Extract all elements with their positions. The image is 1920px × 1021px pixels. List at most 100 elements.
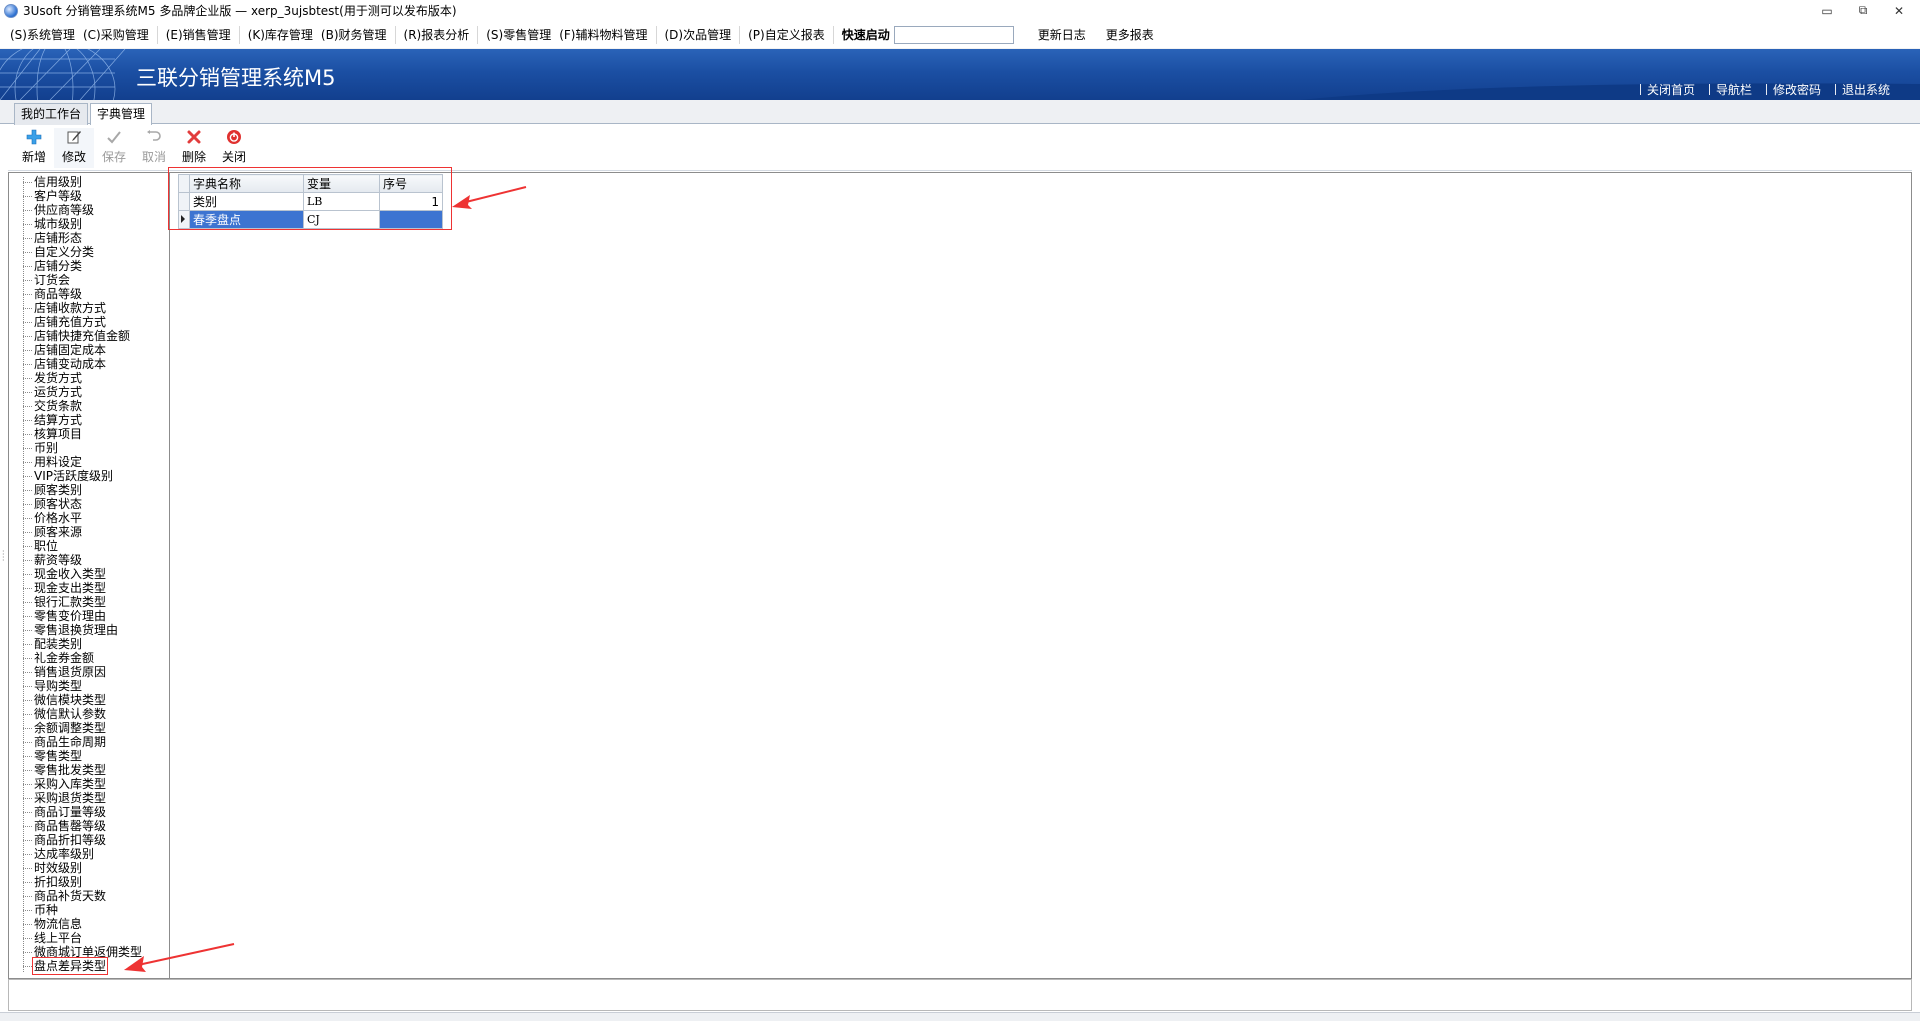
tree-item[interactable]: 零售变价理由 [9, 609, 169, 623]
tree-item-label: 供应商等级 [34, 203, 95, 217]
tree-item[interactable]: 零售退换货理由 [9, 623, 169, 637]
tree-item[interactable]: 余额调整类型 [9, 721, 169, 735]
menu-finance[interactable]: (B)财务管理 [317, 25, 391, 45]
menu-system[interactable]: (S)系统管理 [6, 25, 79, 45]
tree-item[interactable]: 商品生命周期 [9, 735, 169, 749]
cell-name[interactable]: 类别 [189, 192, 304, 211]
menu-divider [156, 25, 158, 44]
menu-defects[interactable]: (D)次品管理 [661, 25, 736, 45]
tree-item[interactable]: 微信默认参数 [9, 707, 169, 721]
row-pointer-icon[interactable] [178, 210, 190, 229]
change-password-link[interactable]: 修改密码 [1766, 81, 1835, 98]
tree-item[interactable]: 配装类别 [9, 637, 169, 651]
menu-more-reports[interactable]: 更多报表 [1096, 26, 1164, 43]
tree-item[interactable]: 供应商等级 [9, 203, 169, 217]
cancel-button[interactable]: 取消 [134, 128, 174, 168]
tree-item[interactable]: 物流信息 [9, 917, 169, 931]
tree-item[interactable]: 店铺固定成本 [9, 343, 169, 357]
tree-item[interactable]: 商品补货天数 [9, 889, 169, 903]
tree-item[interactable]: VIP活跃度级别 [9, 469, 169, 483]
cell-name[interactable]: 春季盘点 [189, 210, 304, 229]
cell-variable[interactable]: CJ [303, 210, 380, 229]
tree-item[interactable]: 店铺收款方式 [9, 301, 169, 315]
tree-item[interactable]: 商品售罄等级 [9, 819, 169, 833]
menu-purchase[interactable]: (C)采购管理 [79, 25, 153, 45]
delete-button[interactable]: 删除 [174, 128, 214, 168]
tree-item[interactable]: 订货会 [9, 273, 169, 287]
tree-item[interactable]: 现金收入类型 [9, 567, 169, 581]
tree-item[interactable]: 店铺充值方式 [9, 315, 169, 329]
tree-item[interactable]: 职位 [9, 539, 169, 553]
tree-item[interactable]: 礼金券金额 [9, 651, 169, 665]
tree-item[interactable]: 零售批发类型 [9, 763, 169, 777]
tree-item[interactable]: 达成率级别 [9, 847, 169, 861]
tab-workbench[interactable]: 我的工作台 [14, 103, 89, 125]
table-row[interactable]: 类别 LB 1 [178, 192, 443, 211]
tree-item[interactable]: 银行汇款类型 [9, 595, 169, 609]
menu-materials[interactable]: (F)辅料物料管理 [555, 25, 651, 45]
tree-item[interactable]: 折扣级别 [9, 875, 169, 889]
close-home-link[interactable]: 关闭首页 [1640, 81, 1709, 98]
menu-reports[interactable]: (R)报表分析 [400, 25, 474, 45]
tree-item[interactable]: 价格水平 [9, 511, 169, 525]
edit-button[interactable]: 修改 [54, 128, 94, 168]
tree-item[interactable]: 商品订量等级 [9, 805, 169, 819]
tree-item[interactable]: 客户等级 [9, 189, 169, 203]
menu-inventory[interactable]: (K)库存管理 [244, 25, 317, 45]
tree-item[interactable]: 店铺形态 [9, 231, 169, 245]
restore-icon[interactable]: ⧉ [1856, 3, 1870, 18]
tree-item[interactable]: 信用级别 [9, 175, 169, 189]
menu-sales[interactable]: (E)销售管理 [162, 25, 235, 45]
tree-item[interactable]: 店铺分类 [9, 259, 169, 273]
cell-order[interactable]: 1 [379, 192, 443, 211]
tree-item[interactable]: 薪资等级 [9, 553, 169, 567]
tree-item[interactable]: 店铺快捷充值金额 [9, 329, 169, 343]
tree-item-label: 店铺变动成本 [34, 357, 107, 371]
menu-custom-reports[interactable]: (P)自定义报表 [744, 25, 829, 45]
tree-item[interactable]: 发货方式 [9, 371, 169, 385]
tree-item[interactable]: 自定义分类 [9, 245, 169, 259]
column-header-name[interactable]: 字典名称 [189, 174, 304, 193]
minimize-icon[interactable]: ▭ [1820, 4, 1834, 18]
menu-update-log[interactable]: 更新日志 [1028, 26, 1096, 43]
row-header[interactable] [178, 192, 190, 211]
close-button[interactable]: 关闭 [214, 128, 254, 168]
tree-item[interactable]: 销售退货原因 [9, 665, 169, 679]
tree-item[interactable]: 核算项目 [9, 427, 169, 441]
tree-item[interactable]: 时效级别 [9, 861, 169, 875]
tree-item[interactable]: 用料设定 [9, 455, 169, 469]
tree-item[interactable]: 结算方式 [9, 413, 169, 427]
tree-item[interactable]: 顾客类别 [9, 483, 169, 497]
tree-item[interactable]: 交货条款 [9, 399, 169, 413]
logout-link[interactable]: 退出系统 [1835, 81, 1904, 98]
tree-item[interactable]: 店铺变动成本 [9, 357, 169, 371]
tree-item[interactable]: 商品折扣等级 [9, 833, 169, 847]
tree-item-label: 店铺固定成本 [34, 343, 107, 357]
column-header-order[interactable]: 序号 [379, 174, 443, 193]
tree-item[interactable]: 采购入库类型 [9, 777, 169, 791]
tree-item[interactable]: 现金支出类型 [9, 581, 169, 595]
menu-retail[interactable]: (S)零售管理 [482, 25, 555, 45]
navigation-link[interactable]: 导航栏 [1709, 81, 1766, 98]
column-header-variable[interactable]: 变量 [303, 174, 380, 193]
tree-item[interactable]: 运货方式 [9, 385, 169, 399]
tree-item[interactable]: 城市级别 [9, 217, 169, 231]
quick-launch-input[interactable] [893, 25, 1014, 44]
cell-order[interactable] [379, 210, 443, 229]
tree-item[interactable]: 导购类型 [9, 679, 169, 693]
cell-variable[interactable]: LB [303, 192, 380, 211]
tab-dictionary[interactable]: 字典管理 [90, 103, 153, 125]
tree-item[interactable]: 零售类型 [9, 749, 169, 763]
tree-item[interactable]: 币别 [9, 441, 169, 455]
splitter-handle[interactable]: · · · · [2, 548, 5, 565]
table-row-selected[interactable]: 春季盘点 CJ [178, 210, 443, 229]
tree-item[interactable]: 微信模块类型 [9, 693, 169, 707]
tree-item[interactable]: 顾客来源 [9, 525, 169, 539]
tree-item[interactable]: 商品等级 [9, 287, 169, 301]
tree-item[interactable]: 顾客状态 [9, 497, 169, 511]
tree-item[interactable]: 币种 [9, 903, 169, 917]
tree-item[interactable]: 采购退货类型 [9, 791, 169, 805]
add-button[interactable]: 新增 [14, 128, 54, 168]
save-button[interactable]: 保存 [94, 128, 134, 168]
close-icon[interactable]: ✕ [1892, 4, 1906, 18]
